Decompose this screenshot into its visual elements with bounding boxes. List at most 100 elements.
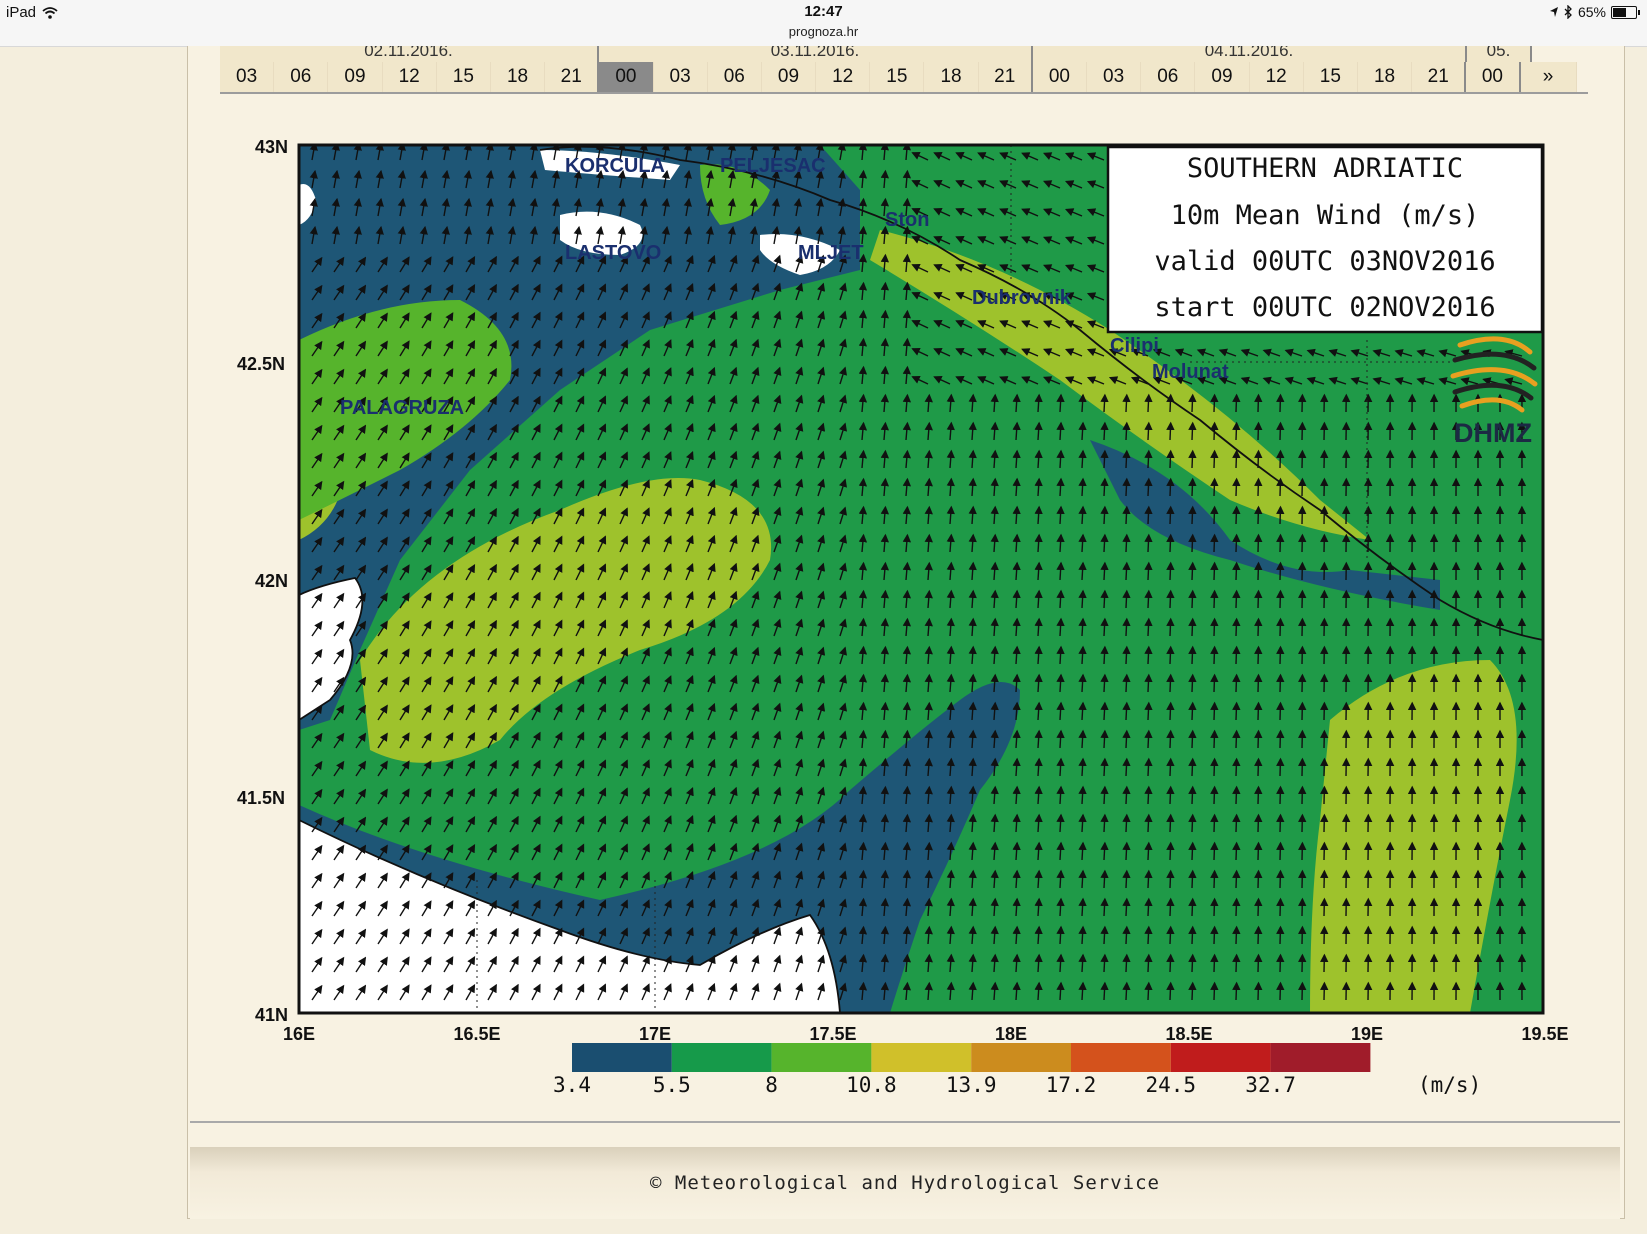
- wind-arrow: [1188, 701, 1197, 721]
- hour-tab[interactable]: 06: [707, 62, 762, 92]
- wind-arrow: [1210, 953, 1219, 973]
- wind-arrow: [1056, 449, 1065, 469]
- wind-arrow: [1144, 701, 1153, 721]
- wind-arrow: [1078, 393, 1087, 413]
- hour-tab[interactable]: 15: [870, 62, 925, 92]
- wind-arrow: [1078, 813, 1087, 833]
- wind-arrow: [1188, 673, 1197, 693]
- hour-tab[interactable]: 00: [1032, 62, 1087, 92]
- place-label: PELJESAC: [720, 155, 826, 177]
- wind-arrow: [1078, 925, 1087, 945]
- wind-arrow: [1056, 533, 1065, 553]
- wind-arrow: [1144, 393, 1153, 413]
- wind-arrow: [1122, 673, 1131, 693]
- wind-arrow: [1056, 953, 1065, 973]
- wind-arrow: [1254, 953, 1263, 973]
- wind-arrow: [1100, 729, 1109, 749]
- wind-arrow: [1188, 617, 1197, 637]
- wind-arrow: [1144, 645, 1153, 665]
- wind-arrow: [1232, 393, 1241, 413]
- hour-tab[interactable]: 03: [653, 62, 708, 92]
- wind-arrow: [1276, 589, 1285, 609]
- wind-arrow: [1210, 505, 1219, 525]
- wind-arrow: [1210, 477, 1219, 497]
- wind-arrow: [1122, 841, 1131, 861]
- hour-tab[interactable]: 12: [382, 62, 437, 92]
- legend-swatch: [771, 1043, 872, 1072]
- wind-arrow: [1254, 981, 1263, 1001]
- wind-arrow: [1276, 393, 1285, 413]
- hour-tab[interactable]: 09: [328, 62, 383, 92]
- wind-arrow: [1078, 645, 1087, 665]
- wind-arrow: [1188, 981, 1197, 1001]
- wind-arrow: [1254, 617, 1263, 637]
- wind-arrow: [1210, 701, 1219, 721]
- hour-tab[interactable]: 03: [1087, 62, 1142, 92]
- wind-arrow: [1056, 813, 1065, 833]
- wind-arrow: [1276, 505, 1285, 525]
- clock: 12:47: [804, 3, 843, 20]
- hour-tab[interactable]: 09: [761, 62, 817, 92]
- hour-tab[interactable]: 21: [545, 62, 600, 92]
- wind-arrow: [1210, 785, 1219, 805]
- wind-arrow: [1276, 673, 1285, 693]
- hour-tab-selected[interactable]: 00: [599, 62, 654, 92]
- wind-arrow: [1232, 505, 1241, 525]
- wind-arrow: [1100, 645, 1109, 665]
- wind-arrow: [1210, 617, 1219, 637]
- hour-tab[interactable]: 21: [1412, 62, 1467, 92]
- wind-arrow: [1122, 393, 1131, 413]
- wind-arrow: [1056, 673, 1065, 693]
- next-page-button[interactable]: »: [1520, 62, 1577, 92]
- hour-tab[interactable]: 18: [490, 62, 546, 92]
- wind-arrow: [1254, 729, 1263, 749]
- copyright-text: © Meteorological and Hydrological Servic…: [650, 1172, 1160, 1194]
- wind-arrow: [1188, 813, 1197, 833]
- date-cell: 03.11.2016.: [599, 46, 1033, 62]
- wind-arrow: [1188, 505, 1197, 525]
- wind-arrow: [1056, 561, 1065, 581]
- hour-tab[interactable]: 18: [1357, 62, 1413, 92]
- hour-tab[interactable]: 12: [816, 62, 871, 92]
- hour-tab[interactable]: 18: [924, 62, 979, 92]
- hour-tab[interactable]: 00: [1466, 62, 1521, 92]
- wind-arrow: [1056, 617, 1065, 637]
- legend-value: 24.5: [1146, 1073, 1197, 1097]
- hour-tab[interactable]: 06: [1141, 62, 1196, 92]
- wind-arrow: [1254, 785, 1263, 805]
- wind-arrow: [1166, 897, 1175, 917]
- wind-arrow: [1210, 673, 1219, 693]
- map-title: SOUTHERN ADRIATIC: [1187, 153, 1463, 184]
- status-right: 65%: [1549, 4, 1640, 20]
- hour-tab[interactable]: 21: [978, 62, 1033, 92]
- legend-value: 10.8: [846, 1073, 897, 1097]
- legend-unit: (m/s): [1418, 1073, 1481, 1097]
- wind-arrow: [1144, 477, 1153, 497]
- address-bar-url[interactable]: prognoza.hr: [0, 24, 1647, 39]
- wind-arrow: [1144, 589, 1153, 609]
- wind-arrow: [1100, 617, 1109, 637]
- battery-icon: [1611, 5, 1640, 19]
- hour-tab[interactable]: 15: [436, 62, 491, 92]
- hour-tab[interactable]: 03: [220, 62, 275, 92]
- wind-arrow: [1122, 785, 1131, 805]
- wind-arrow: [1210, 561, 1219, 581]
- hour-tab[interactable]: 15: [1303, 62, 1358, 92]
- hour-tab[interactable]: 09: [1195, 62, 1250, 92]
- logo-text: DHMZ: [1454, 418, 1532, 448]
- wind-arrow: [1232, 533, 1241, 553]
- wind-arrow: [1276, 449, 1285, 469]
- wind-arrow: [1144, 841, 1153, 861]
- wind-arrow: [1232, 953, 1241, 973]
- wind-arrow: [1144, 757, 1153, 777]
- wind-arrow: [1276, 645, 1285, 665]
- wind-arrow: [1100, 393, 1109, 413]
- hour-tab[interactable]: 06: [274, 62, 329, 92]
- wind-arrow: [1166, 617, 1175, 637]
- wind-arrow: [1276, 897, 1285, 917]
- wind-arrow: [1056, 785, 1065, 805]
- hour-tab[interactable]: 12: [1249, 62, 1304, 92]
- wind-arrow: [1078, 421, 1087, 441]
- wind-arrow: [1188, 953, 1197, 973]
- wind-arrow: [1232, 477, 1241, 497]
